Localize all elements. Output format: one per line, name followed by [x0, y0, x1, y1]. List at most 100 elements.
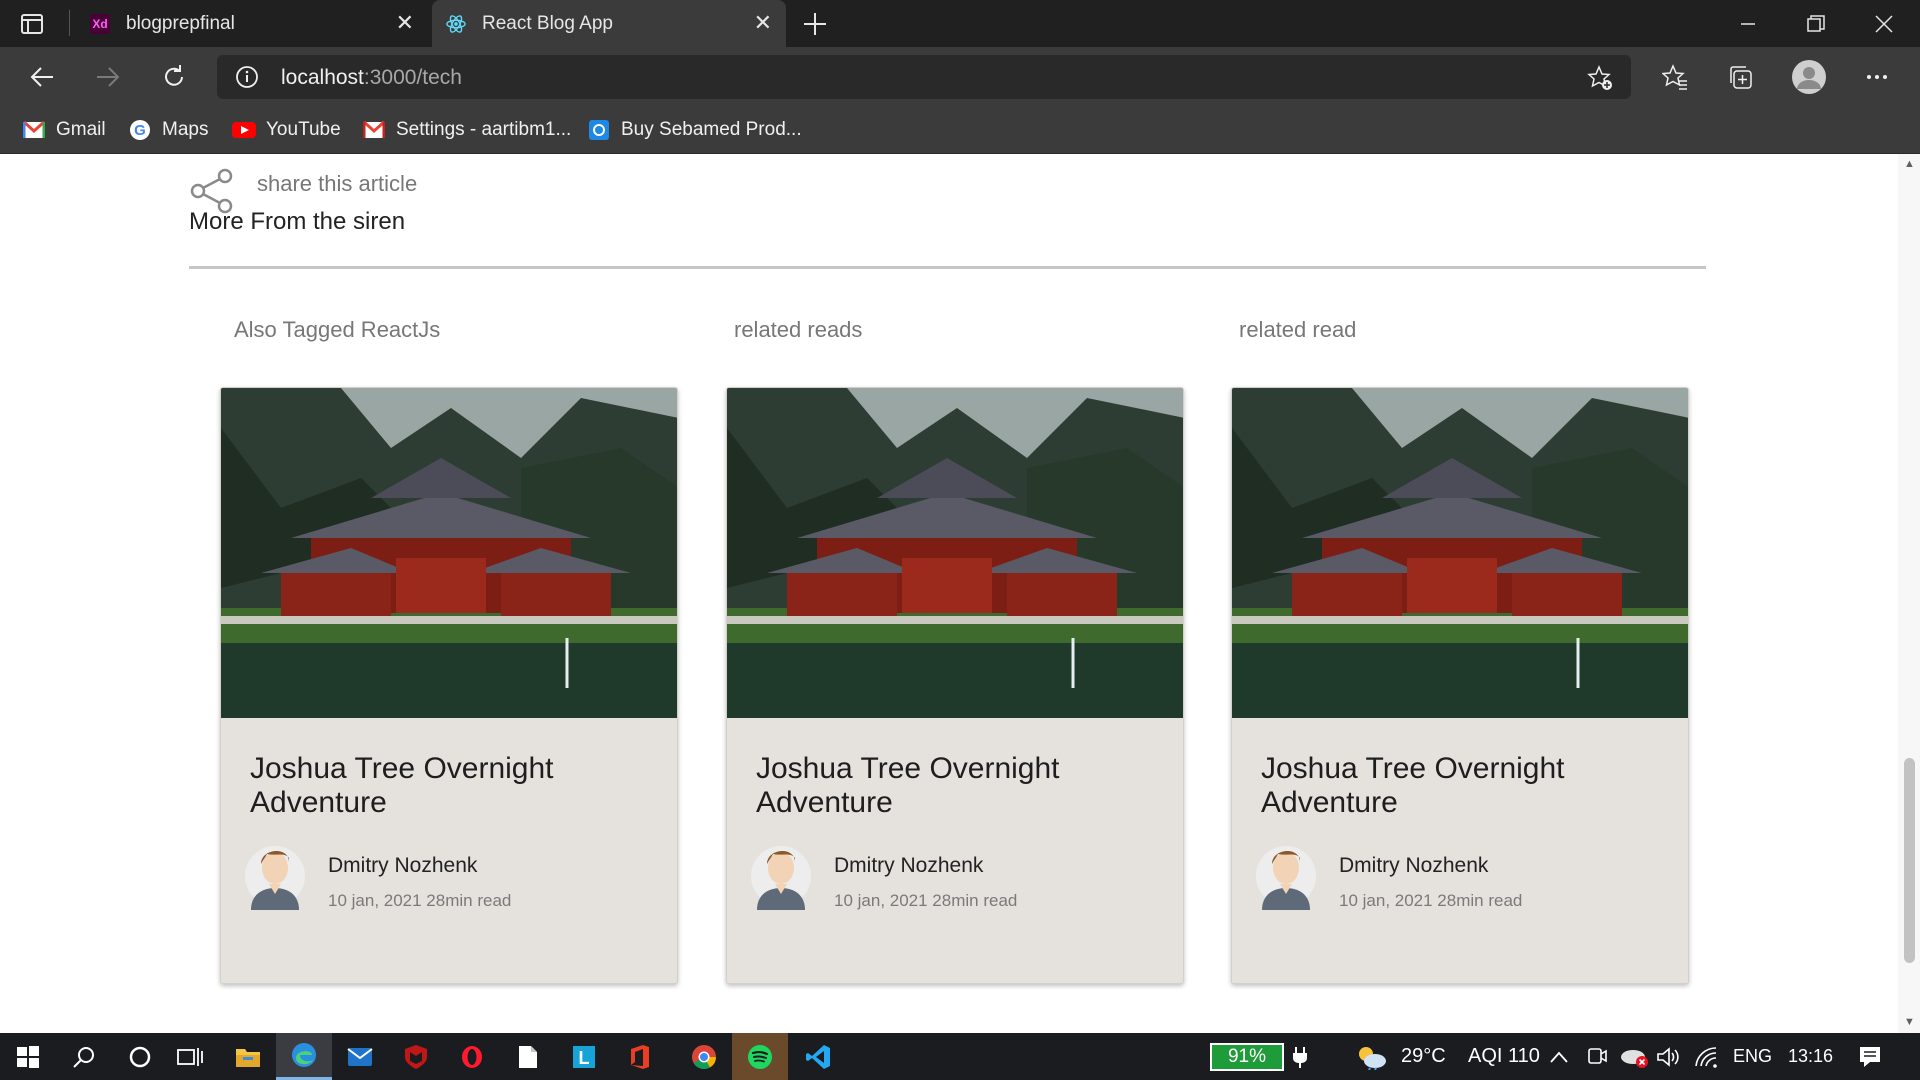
meet-now-icon[interactable]: [1587, 1033, 1607, 1080]
battery-indicator[interactable]: 91%: [1210, 1043, 1284, 1071]
cortana-icon[interactable]: [112, 1033, 168, 1080]
card-image[interactable]: [727, 388, 1183, 718]
sebamed-icon: [587, 118, 611, 142]
more-from-heading: More From the siren: [189, 208, 406, 235]
vscode-icon[interactable]: [790, 1033, 846, 1080]
card-title[interactable]: Joshua Tree Overnight Adventure: [250, 752, 660, 820]
column-heading-tagged: Also Tagged ReactJs: [234, 317, 441, 342]
windows-taskbar: L 91% 29°C AQI 110 ENG 13:16: [0, 1033, 1920, 1080]
file-explorer-icon[interactable]: [220, 1033, 276, 1080]
article-card[interactable]: Joshua Tree Overnight Adventure Dmitry N…: [1231, 387, 1689, 984]
svg-text:G: G: [134, 122, 146, 139]
site-info-icon[interactable]: [235, 65, 259, 89]
browser-toolbar: localhost:3000/tech: [0, 47, 1920, 106]
weather-temp[interactable]: 29°C: [1401, 1033, 1446, 1080]
weather-cloud-icon[interactable]: [1356, 1033, 1388, 1080]
author-avatar: [1256, 838, 1316, 910]
show-hidden-icons-chevron-icon[interactable]: [1550, 1033, 1568, 1080]
new-tab-icon[interactable]: [802, 11, 828, 37]
react-icon: [446, 14, 466, 34]
address-bar[interactable]: localhost:3000/tech: [217, 55, 1631, 99]
post-meta: 10 jan, 2021 28min read: [1339, 891, 1523, 910]
url-path: :3000/tech: [363, 66, 462, 89]
spotify-icon[interactable]: [732, 1033, 788, 1080]
bookmark-sebamed[interactable]: Buy Sebamed Prod...: [587, 116, 802, 144]
clock-time[interactable]: 13:16: [1788, 1033, 1833, 1080]
bookmark-label: Maps: [162, 119, 209, 140]
bookmark-label: Settings - aartibm1...: [396, 119, 572, 140]
forward-icon[interactable]: [86, 55, 130, 99]
column-heading-related-reads: related reads: [734, 317, 863, 342]
bookmark-settings[interactable]: Settings - aartibm1...: [362, 116, 571, 144]
page-content: share this article More From the siren A…: [0, 154, 1898, 1033]
article-card[interactable]: Joshua Tree Overnight Adventure Dmitry N…: [220, 387, 678, 984]
bookmark-youtube[interactable]: YouTube: [232, 116, 341, 144]
more-options-icon[interactable]: [1855, 55, 1899, 99]
scroll-up-arrow-icon[interactable]: ▲: [1904, 158, 1915, 170]
card-image[interactable]: [1232, 388, 1688, 718]
collections-icon[interactable]: [1718, 55, 1762, 99]
url-host: localhost: [281, 66, 364, 89]
refresh-icon[interactable]: [152, 55, 196, 99]
notifications-icon[interactable]: [1858, 1033, 1882, 1080]
close-window-icon[interactable]: [1850, 0, 1918, 47]
post-meta: 10 jan, 2021 28min read: [834, 891, 1018, 910]
tab-label: blogprepfinal: [126, 12, 235, 34]
google-icon: G: [128, 118, 152, 142]
restore-icon[interactable]: [1782, 0, 1850, 47]
gmail-icon: [22, 118, 46, 142]
back-icon[interactable]: [20, 55, 64, 99]
document-icon[interactable]: [500, 1033, 556, 1080]
url-text: localhost:3000/tech: [281, 66, 462, 90]
tab-react-blog-app[interactable]: React Blog App ✕: [432, 0, 786, 47]
launcher-l-icon[interactable]: L: [556, 1033, 612, 1080]
edge-icon[interactable]: [276, 1033, 332, 1080]
post-meta: 10 jan, 2021 28min read: [328, 891, 512, 910]
volume-icon[interactable]: [1656, 1033, 1682, 1080]
onedrive-error-icon[interactable]: [1620, 1033, 1650, 1080]
opera-icon[interactable]: [444, 1033, 500, 1080]
youtube-icon: [232, 118, 256, 142]
mcafee-icon[interactable]: [388, 1033, 444, 1080]
input-language[interactable]: ENG: [1733, 1033, 1772, 1080]
bookmark-label: Gmail: [56, 119, 106, 140]
add-favorite-icon[interactable]: [1587, 65, 1613, 91]
card-title[interactable]: Joshua Tree Overnight Adventure: [1261, 752, 1671, 820]
close-tab-icon[interactable]: ✕: [396, 12, 414, 34]
chrome-icon[interactable]: [676, 1033, 732, 1080]
author-name[interactable]: Dmitry Nozhenk: [1339, 854, 1488, 878]
mail-icon[interactable]: [332, 1033, 388, 1080]
column-heading-related-read: related read: [1239, 317, 1357, 342]
bookmark-maps[interactable]: G Maps: [128, 116, 208, 144]
tab-label: React Blog App: [482, 12, 613, 34]
minimize-icon[interactable]: [1714, 0, 1782, 47]
windows-start-icon[interactable]: [0, 1033, 56, 1080]
office-icon[interactable]: [612, 1033, 668, 1080]
share-label[interactable]: share this article: [257, 171, 417, 197]
bookmark-label: YouTube: [266, 119, 341, 140]
bookmark-gmail[interactable]: Gmail: [22, 116, 106, 144]
task-view-icon[interactable]: [162, 1033, 218, 1080]
bookmark-label: Buy Sebamed Prod...: [621, 119, 802, 140]
author-name[interactable]: Dmitry Nozhenk: [328, 854, 477, 878]
card-title[interactable]: Joshua Tree Overnight Adventure: [756, 752, 1166, 820]
scroll-down-arrow-icon[interactable]: ▼: [1904, 1016, 1915, 1028]
tab-actions-icon[interactable]: [20, 12, 44, 36]
favorites-icon[interactable]: [1653, 55, 1697, 99]
article-card[interactable]: Joshua Tree Overnight Adventure Dmitry N…: [726, 387, 1184, 984]
search-icon[interactable]: [56, 1033, 112, 1080]
card-image[interactable]: [221, 388, 677, 718]
close-tab-icon[interactable]: ✕: [754, 12, 772, 34]
page-scrollbar[interactable]: ▲ ▼: [1898, 154, 1920, 1033]
tab-blogprepfinal[interactable]: Xd blogprepfinal ✕: [80, 0, 428, 47]
svg-text:L: L: [579, 1048, 590, 1068]
scrollbar-thumb[interactable]: [1904, 758, 1915, 963]
aqi-value[interactable]: AQI 110: [1468, 1033, 1540, 1080]
tab-strip: Xd blogprepfinal ✕ React Blog App ✕: [0, 0, 1920, 47]
author-name[interactable]: Dmitry Nozhenk: [834, 854, 983, 878]
author-avatar: [751, 838, 811, 910]
wifi-icon[interactable]: [1694, 1033, 1720, 1080]
section-divider: [189, 266, 1706, 269]
gmail-icon: [362, 118, 386, 142]
profile-avatar-icon[interactable]: [1787, 55, 1831, 99]
